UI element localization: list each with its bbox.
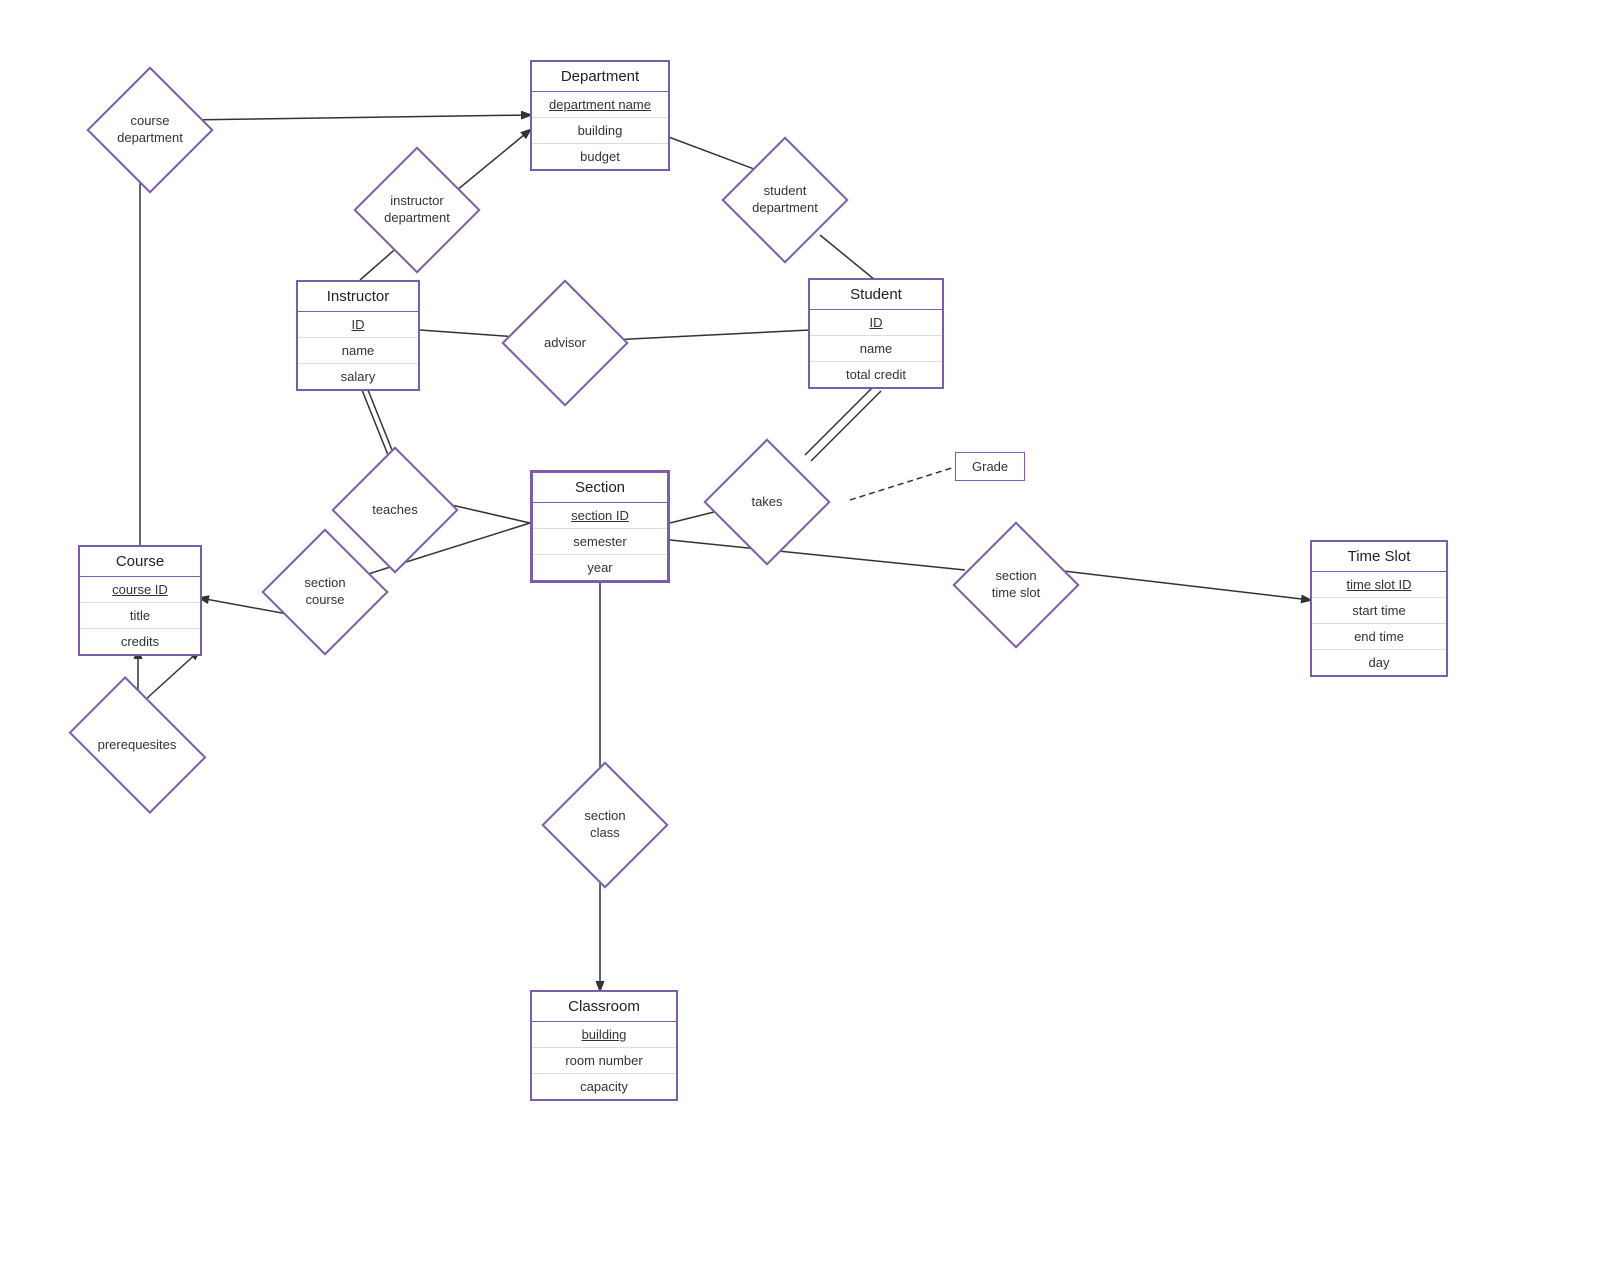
entity-classroom-attr-room: room number [532,1048,676,1074]
diamond-section-timeslot: sectiontime slot [966,535,1066,635]
diamond-student-department: studentdepartment [730,145,840,255]
entity-classroom-attr-building: building [532,1022,676,1048]
entity-department-title: Department [532,62,668,92]
diamond-course-department: coursedepartment [95,75,205,185]
entity-section-title: Section [533,473,667,503]
entity-course-attr-id: course ID [80,577,200,603]
entity-instructor: Instructor ID name salary [296,280,420,391]
diamond-takes: takes [717,452,817,552]
diamond-label-prereq: prerequesites [98,737,177,754]
entity-section-attr-semester: semester [533,529,667,555]
entity-timeslot-attr-end: end time [1312,624,1446,650]
entity-instructor-attr-id: ID [298,312,418,338]
entity-timeslot-attr-start: start time [1312,598,1446,624]
diamond-section-course: sectioncourse [275,542,375,642]
entity-instructor-attr-name: name [298,338,418,364]
diamond-label-advisor: advisor [544,335,586,352]
entity-student: Student ID name total credit [808,278,944,389]
entity-student-attr-credit: total credit [810,362,942,387]
entity-classroom-attr-capacity: capacity [532,1074,676,1099]
diamond-label-teaches: teaches [372,502,418,519]
diamond-label-section-course: sectioncourse [304,575,345,609]
entity-timeslot-attr-day: day [1312,650,1446,675]
diamond-prereq: prerequesites [78,695,196,795]
entity-classroom: Classroom building room number capacity [530,990,678,1101]
entity-student-attr-name: name [810,336,942,362]
entity-course-attr-title: title [80,603,200,629]
entity-department: Department department name building budg… [530,60,670,171]
entity-instructor-title: Instructor [298,282,418,312]
diamond-label-instructor-department: instructordepartment [384,193,450,227]
diamond-instructor-department: instructordepartment [362,155,472,265]
diamond-section-class: sectionclass [555,775,655,875]
entity-classroom-title: Classroom [532,992,676,1022]
entity-course-attr-credits: credits [80,629,200,654]
diamond-label-section-timeslot: sectiontime slot [992,568,1040,602]
entity-course-title: Course [80,547,200,577]
entity-section-attr-year: year [533,555,667,580]
entity-department-attr-name: department name [532,92,668,118]
entity-instructor-attr-salary: salary [298,364,418,389]
entity-timeslot-title: Time Slot [1312,542,1446,572]
entity-department-attr-building: building [532,118,668,144]
diamond-label-section-class: sectionclass [584,808,625,842]
entity-timeslot: Time Slot time slot ID start time end ti… [1310,540,1448,677]
entity-student-attr-id: ID [810,310,942,336]
grade-attribute: Grade [955,452,1025,481]
diamond-label-takes: takes [751,494,782,511]
diamond-advisor: advisor [515,293,615,393]
diamond-label-student-department: studentdepartment [752,183,818,217]
entity-timeslot-attr-id: time slot ID [1312,572,1446,598]
entity-section: Section section ID semester year [530,470,670,583]
entity-section-attr-id: section ID [533,503,667,529]
er-diagram: Department department name building budg… [0,0,1600,1280]
diamond-label-course-department: coursedepartment [117,113,183,147]
entity-student-title: Student [810,280,942,310]
entity-course: Course course ID title credits [78,545,202,656]
entity-department-attr-budget: budget [532,144,668,169]
